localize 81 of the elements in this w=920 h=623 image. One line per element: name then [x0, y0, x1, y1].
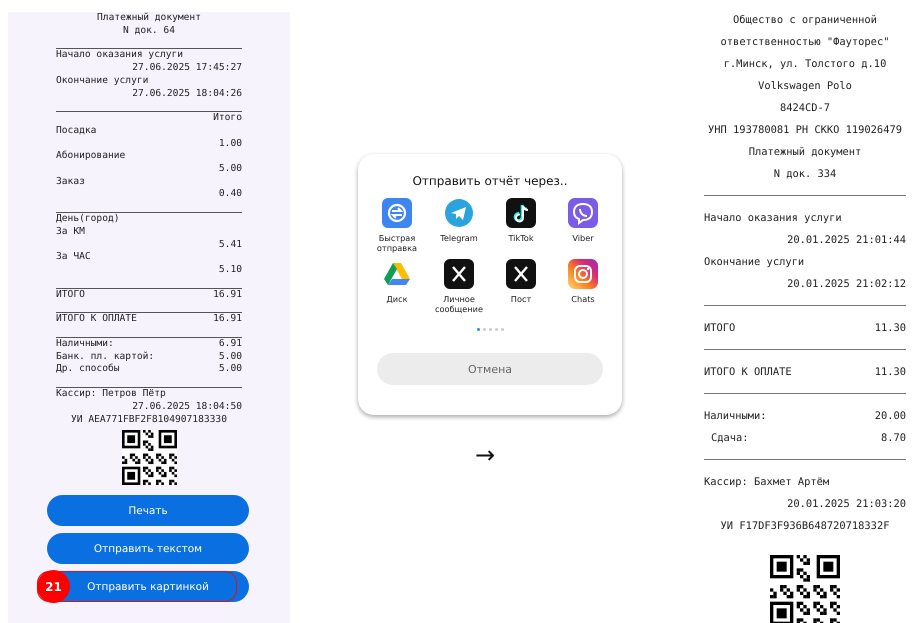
receipt-text: Посадка: [56, 124, 98, 138]
receipt-label: Наличными:: [56, 338, 114, 351]
app-label[interactable]: Viber: [572, 233, 594, 243]
app-label[interactable]: TikTok: [508, 233, 534, 243]
receipt-amount: 11.30: [874, 365, 906, 380]
receipt-text: г.Минск, ул. Толстого д.10: [722, 57, 888, 72]
phone-bubble-icon: [568, 198, 598, 228]
x-mark-icon: [444, 259, 474, 289]
receipt-text: Окончание услуги: [704, 255, 806, 270]
receipt-amount: 11.30: [874, 321, 906, 336]
receipt-label: Др. способы: [56, 363, 120, 376]
receipt-text: 20.01.2025 21:01:44: [786, 233, 906, 248]
receipt-text: Кассир: Бахмет Артём: [704, 475, 830, 490]
receipt-text: Volkswagen Polo: [757, 79, 853, 94]
receipt-text: Заказ: [56, 176, 86, 188]
app-label[interactable]: Личное сообщение: [429, 294, 489, 314]
receipt-text: 5.10: [218, 264, 242, 277]
page-dot[interactable]: [488, 328, 492, 331]
receipt-label: Банк. пл. картой:: [56, 350, 154, 364]
receipt-label: Наличными:: [704, 409, 767, 424]
qr-code: [770, 555, 840, 623]
app-label[interactable]: Быстрая отправка: [367, 233, 427, 253]
receipt-text: 27.06.2025 18:04:26: [131, 88, 242, 100]
receipt-text: Начало оказания услуги: [704, 211, 843, 226]
receipt-label: ИТОГО: [56, 288, 85, 302]
receipt-label: Сдача:: [711, 431, 749, 446]
cancel-button[interactable]: Отмена: [377, 353, 603, 385]
receipt-text: 0.40: [218, 188, 242, 202]
app-label[interactable]: Диск: [386, 294, 408, 304]
receipt-amount: 20.00: [874, 409, 906, 424]
receipt-text: УИ AEA771FBF2F8104907183330: [70, 414, 228, 426]
share-title: Отправить отчёт через..: [412, 174, 568, 188]
page-dot[interactable]: [476, 328, 480, 331]
app-label[interactable]: Telegram: [440, 233, 478, 243]
receipt-text: За КМ: [56, 226, 86, 239]
receipt-text: N док. 64: [122, 24, 176, 38]
receipt-text: Начало оказания услуги: [56, 49, 184, 62]
app-label[interactable]: Пост: [510, 294, 532, 304]
qr-code: [122, 430, 176, 486]
receipt-text: УИ F17DF3F936B648720718332F: [720, 519, 890, 534]
receipt-text: За ЧАС: [56, 251, 92, 264]
receipt-amount: 16.91: [213, 288, 242, 302]
receipt-text: N док. 334: [772, 167, 838, 182]
music-note-icon: [506, 198, 536, 228]
receipt-text: 8424CD-7: [778, 101, 832, 116]
receipt-amount: 5.00: [218, 363, 242, 376]
receipt-text: Общество с ограниченной: [732, 13, 878, 28]
receipt-text: 20.01.2025 21:03:20: [786, 497, 906, 512]
step-badge-overlay: 21: [37, 570, 70, 604]
receipt-text: Кассир: Петров Пётр: [56, 388, 167, 401]
receipt-amount: 16.91: [213, 313, 242, 326]
receipt-label: ИТОГО К ОПЛАТЕ: [56, 313, 137, 326]
receipt-label: ИТОГО: [704, 321, 736, 336]
receipt-amount: 8.70: [880, 431, 906, 446]
receipt-text: 1.00: [218, 138, 242, 150]
receipt-text: День(город): [56, 213, 121, 226]
arrow: →: [475, 442, 496, 468]
receipt-text: 5.00: [218, 163, 242, 176]
receipt-text: Платежный документ: [748, 145, 862, 160]
receipt-text: УНП 193780081 РН СККО 119026479: [707, 123, 903, 138]
page-dot[interactable]: [494, 328, 498, 331]
receipt-amount: 6.91: [218, 338, 242, 351]
paper-plane-icon: [444, 198, 474, 228]
page-dot[interactable]: [500, 328, 504, 331]
receipt-text: Окончание услуги: [56, 74, 150, 88]
x-mark-icon: [506, 259, 536, 289]
receipt-text: ответственностью "Фауторес": [720, 35, 890, 50]
action-button[interactable]: Печать: [47, 495, 249, 526]
receipt-text: Итого: [212, 112, 242, 125]
app-label[interactable]: Chats: [571, 294, 595, 304]
receipt-text: 27.06.2025 18:04:50: [131, 400, 242, 414]
receipt-text: Платежный документ: [96, 12, 202, 25]
action-button[interactable]: Отправить текстом: [47, 533, 249, 564]
receipt-text: 20.01.2025 21:02:12: [786, 277, 906, 292]
receipt-amount: 5.00: [218, 350, 242, 364]
camera-icon: [568, 259, 598, 289]
page-dot[interactable]: [482, 328, 486, 331]
receipt-text: 5.41: [218, 238, 242, 252]
receipt-text: 27.06.2025 17:45:27: [131, 62, 242, 75]
receipt-text: Абонирование: [56, 150, 126, 164]
receipt-label: ИТОГО К ОПЛАТЕ: [704, 365, 792, 380]
